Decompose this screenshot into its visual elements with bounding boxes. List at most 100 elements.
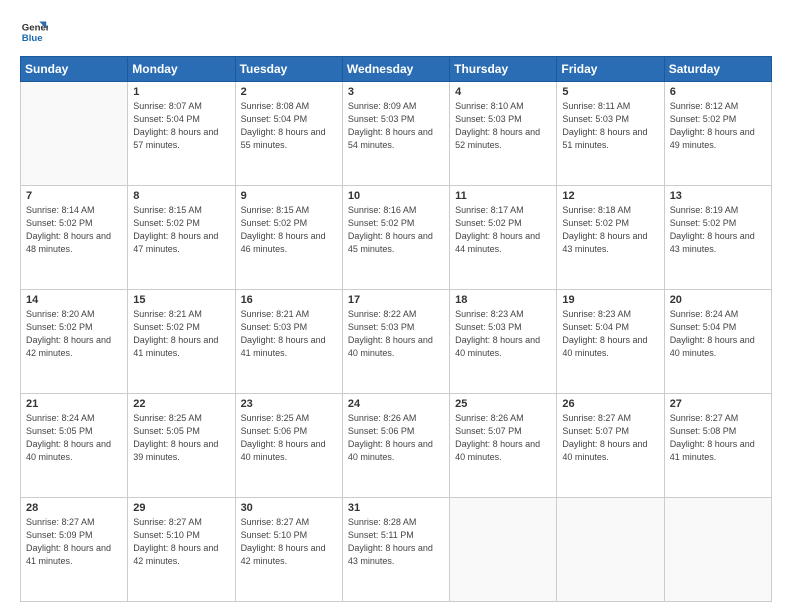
weekday-header-row: SundayMondayTuesdayWednesdayThursdayFrid… <box>21 57 772 82</box>
weekday-header-thursday: Thursday <box>450 57 557 82</box>
day-number: 21 <box>26 398 122 410</box>
week-row-4: 21 Sunrise: 8:24 AMSunset: 5:05 PMDayligh… <box>21 394 772 498</box>
day-info: Sunrise: 8:14 AMSunset: 5:02 PMDaylight:… <box>26 204 122 256</box>
day-number: 27 <box>670 398 766 410</box>
calendar-cell: 3Sunrise: 8:09 AMSunset: 5:03 PMDaylight… <box>342 82 449 186</box>
day-info: Sunrise: 8:21 AMSunset: 5:02 PMDaylight:… <box>133 308 229 360</box>
day-info: Sunrise: 8:12 AMSunset: 5:02 PMDaylight:… <box>670 100 766 152</box>
day-info: Sunrise: 8:19 AMSunset: 5:02 PMDaylight:… <box>670 204 766 256</box>
calendar-cell <box>557 498 664 602</box>
day-number: 31 <box>348 502 444 514</box>
day-info: Sunrise: 8:11 AMSunset: 5:03 PMDaylight:… <box>562 100 658 152</box>
day-number: 2 <box>241 86 337 98</box>
day-info: Sunrise: 8:09 AMSunset: 5:03 PMDaylight:… <box>348 100 444 152</box>
weekday-header-wednesday: Wednesday <box>342 57 449 82</box>
calendar-cell <box>21 82 128 186</box>
header: General Blue <box>20 18 772 46</box>
day-number: 23 <box>241 398 337 410</box>
calendar-cell: 23Sunrise: 8:25 AMSunset: 5:06 PMDayligh… <box>235 394 342 498</box>
week-row-3: 14 Sunrise: 8:20 AMSunset: 5:02 PMDayligh… <box>21 290 772 394</box>
calendar-cell: 19Sunrise: 8:23 AMSunset: 5:04 PMDayligh… <box>557 290 664 394</box>
calendar-cell: 30 Sunrise: 8:27 AMSunset: 5:10 PMDayligh… <box>235 498 342 602</box>
weekday-header-tuesday: Tuesday <box>235 57 342 82</box>
calendar-cell: 6 Sunrise: 8:12 AMSunset: 5:02 PMDaylight… <box>664 82 771 186</box>
day-number: 28 <box>26 502 122 514</box>
calendar-cell: 15 Sunrise: 8:21 AMSunset: 5:02 PMDayligh… <box>128 290 235 394</box>
day-number: 10 <box>348 190 444 202</box>
calendar-cell: 22 Sunrise: 8:25 AMSunset: 5:05 PMDayligh… <box>128 394 235 498</box>
calendar-cell: 7Sunrise: 8:14 AMSunset: 5:02 PMDaylight… <box>21 186 128 290</box>
calendar-cell: 5Sunrise: 8:11 AMSunset: 5:03 PMDaylight… <box>557 82 664 186</box>
day-number: 11 <box>455 190 551 202</box>
weekday-header-monday: Monday <box>128 57 235 82</box>
calendar-cell: 26Sunrise: 8:27 AMSunset: 5:07 PMDayligh… <box>557 394 664 498</box>
day-info: Sunrise: 8:27 AMSunset: 5:09 PMDaylight:… <box>26 516 122 568</box>
calendar-page: General Blue SundayMondayTuesdayWednesda… <box>0 0 792 612</box>
day-number: 12 <box>562 190 658 202</box>
day-info: Sunrise: 8:25 AMSunset: 5:05 PMDaylight:… <box>133 412 229 464</box>
day-number: 4 <box>455 86 551 98</box>
day-number: 8 <box>133 190 229 202</box>
calendar-cell: 25 Sunrise: 8:26 AMSunset: 5:07 PMDayligh… <box>450 394 557 498</box>
day-number: 15 <box>133 294 229 306</box>
day-number: 19 <box>562 294 658 306</box>
calendar-table: SundayMondayTuesdayWednesdayThursdayFrid… <box>20 56 772 602</box>
day-number: 24 <box>348 398 444 410</box>
weekday-header-sunday: Sunday <box>21 57 128 82</box>
day-number: 14 <box>26 294 122 306</box>
day-number: 9 <box>241 190 337 202</box>
day-info: Sunrise: 8:24 AMSunset: 5:04 PMDaylight:… <box>670 308 766 360</box>
weekday-header-saturday: Saturday <box>664 57 771 82</box>
day-number: 1 <box>133 86 229 98</box>
calendar-cell: 1 Sunrise: 8:07 AMSunset: 5:04 PMDaylight… <box>128 82 235 186</box>
week-row-2: 7Sunrise: 8:14 AMSunset: 5:02 PMDaylight… <box>21 186 772 290</box>
logo-icon: General Blue <box>20 18 48 46</box>
calendar-cell: 21 Sunrise: 8:24 AMSunset: 5:05 PMDayligh… <box>21 394 128 498</box>
day-number: 22 <box>133 398 229 410</box>
svg-text:Blue: Blue <box>22 33 43 44</box>
calendar-cell: 18Sunrise: 8:23 AMSunset: 5:03 PMDayligh… <box>450 290 557 394</box>
day-info: Sunrise: 8:24 AMSunset: 5:05 PMDaylight:… <box>26 412 122 464</box>
calendar-cell: 10 Sunrise: 8:16 AMSunset: 5:02 PMDayligh… <box>342 186 449 290</box>
calendar-cell: 31 Sunrise: 8:28 AMSunset: 5:11 PMDayligh… <box>342 498 449 602</box>
calendar-cell: 24 Sunrise: 8:26 AMSunset: 5:06 PMDayligh… <box>342 394 449 498</box>
calendar-cell: 28 Sunrise: 8:27 AMSunset: 5:09 PMDayligh… <box>21 498 128 602</box>
day-info: Sunrise: 8:28 AMSunset: 5:11 PMDaylight:… <box>348 516 444 568</box>
day-number: 25 <box>455 398 551 410</box>
calendar-cell: 13 Sunrise: 8:19 AMSunset: 5:02 PMDayligh… <box>664 186 771 290</box>
day-number: 13 <box>670 190 766 202</box>
calendar-cell: 17Sunrise: 8:22 AMSunset: 5:03 PMDayligh… <box>342 290 449 394</box>
calendar-cell <box>664 498 771 602</box>
calendar-cell <box>450 498 557 602</box>
day-number: 30 <box>241 502 337 514</box>
calendar-cell: 11 Sunrise: 8:17 AMSunset: 5:02 PMDayligh… <box>450 186 557 290</box>
day-info: Sunrise: 8:21 AMSunset: 5:03 PMDaylight:… <box>241 308 337 360</box>
calendar-cell: 29 Sunrise: 8:27 AMSunset: 5:10 PMDayligh… <box>128 498 235 602</box>
week-row-1: 1 Sunrise: 8:07 AMSunset: 5:04 PMDaylight… <box>21 82 772 186</box>
calendar-cell: 2 Sunrise: 8:08 AMSunset: 5:04 PMDaylight… <box>235 82 342 186</box>
calendar-cell: 8Sunrise: 8:15 AMSunset: 5:02 PMDaylight… <box>128 186 235 290</box>
day-info: Sunrise: 8:10 AMSunset: 5:03 PMDaylight:… <box>455 100 551 152</box>
day-number: 6 <box>670 86 766 98</box>
day-info: Sunrise: 8:26 AMSunset: 5:07 PMDaylight:… <box>455 412 551 464</box>
day-info: Sunrise: 8:27 AMSunset: 5:10 PMDaylight:… <box>241 516 337 568</box>
calendar-cell: 20Sunrise: 8:24 AMSunset: 5:04 PMDayligh… <box>664 290 771 394</box>
calendar-cell: 9 Sunrise: 8:15 AMSunset: 5:02 PMDaylight… <box>235 186 342 290</box>
day-number: 29 <box>133 502 229 514</box>
day-info: Sunrise: 8:16 AMSunset: 5:02 PMDaylight:… <box>348 204 444 256</box>
calendar-cell: 14 Sunrise: 8:20 AMSunset: 5:02 PMDayligh… <box>21 290 128 394</box>
day-info: Sunrise: 8:08 AMSunset: 5:04 PMDaylight:… <box>241 100 337 152</box>
day-info: Sunrise: 8:07 AMSunset: 5:04 PMDaylight:… <box>133 100 229 152</box>
day-info: Sunrise: 8:26 AMSunset: 5:06 PMDaylight:… <box>348 412 444 464</box>
day-info: Sunrise: 8:27 AMSunset: 5:10 PMDaylight:… <box>133 516 229 568</box>
week-row-5: 28 Sunrise: 8:27 AMSunset: 5:09 PMDayligh… <box>21 498 772 602</box>
day-number: 16 <box>241 294 337 306</box>
day-info: Sunrise: 8:27 AMSunset: 5:08 PMDaylight:… <box>670 412 766 464</box>
day-info: Sunrise: 8:20 AMSunset: 5:02 PMDaylight:… <box>26 308 122 360</box>
weekday-header-friday: Friday <box>557 57 664 82</box>
calendar-cell: 27 Sunrise: 8:27 AMSunset: 5:08 PMDayligh… <box>664 394 771 498</box>
day-info: Sunrise: 8:22 AMSunset: 5:03 PMDaylight:… <box>348 308 444 360</box>
calendar-cell: 16 Sunrise: 8:21 AMSunset: 5:03 PMDayligh… <box>235 290 342 394</box>
day-info: Sunrise: 8:17 AMSunset: 5:02 PMDaylight:… <box>455 204 551 256</box>
day-info: Sunrise: 8:15 AMSunset: 5:02 PMDaylight:… <box>241 204 337 256</box>
